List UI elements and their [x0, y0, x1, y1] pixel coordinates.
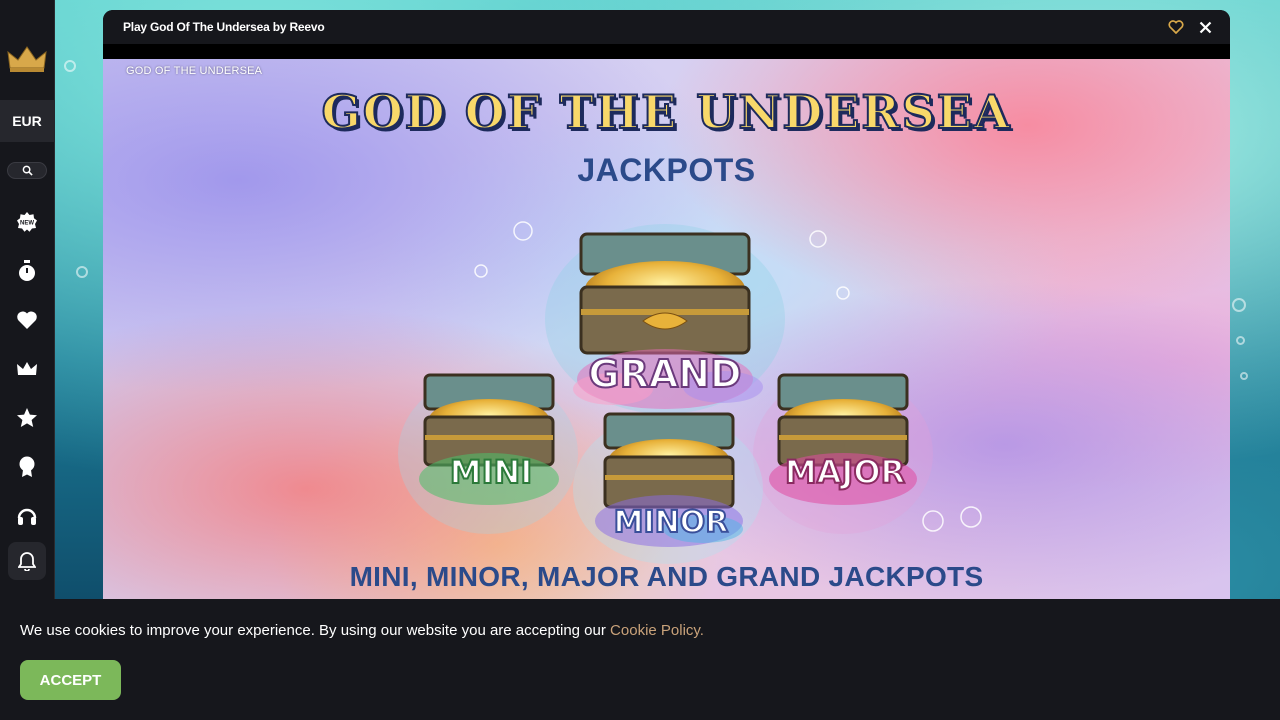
- close-button[interactable]: [1194, 16, 1216, 38]
- bubble-decoration: [1232, 298, 1246, 312]
- stopwatch-icon: [19, 259, 35, 281]
- bubble-decoration: [64, 60, 76, 72]
- mini-label: MINI: [450, 453, 532, 491]
- currency-selector[interactable]: EUR: [0, 100, 55, 142]
- crown-icon: [17, 361, 37, 375]
- minor-chest: [573, 412, 763, 564]
- heart-outline-icon: [1168, 20, 1184, 34]
- sidebar-item-tournaments[interactable]: [9, 442, 45, 491]
- cookie-text: We use cookies to improve your experienc…: [20, 622, 611, 639]
- headset-icon: [17, 508, 37, 525]
- game-frame[interactable]: GOD OF THE UNDERSEA GOD OF THE UNDERSEA …: [103, 59, 1230, 610]
- bubble-decoration: [1240, 372, 1248, 380]
- accept-button[interactable]: ACCEPT: [20, 660, 121, 700]
- search-icon: [22, 165, 33, 176]
- sidebar-item-vip[interactable]: [9, 344, 45, 393]
- crown-logo[interactable]: [7, 44, 47, 74]
- favorite-button[interactable]: [1165, 16, 1187, 38]
- trophy-icon: [19, 456, 35, 477]
- sidebar-nav: NEW: [9, 197, 45, 540]
- bubble-decoration: [1236, 336, 1245, 345]
- jackpots-description: MINI, MINOR, MAJOR AND GRAND JACKPOTS: [349, 561, 984, 592]
- sidebar-item-new[interactable]: NEW: [9, 197, 45, 246]
- svg-text:NEW: NEW: [20, 220, 34, 226]
- bubble-decoration: [76, 266, 88, 278]
- major-label: MAJOR: [785, 453, 905, 491]
- cookie-policy-link[interactable]: Cookie Policy.: [610, 622, 704, 639]
- bell-icon: [18, 552, 36, 571]
- notifications-button[interactable]: [8, 542, 46, 580]
- sidebar-item-featured[interactable]: [9, 393, 45, 442]
- jackpot-chests-illustration: GRAND MINI MAJOR MINOR: [398, 221, 982, 564]
- sidebar-item-support[interactable]: [9, 491, 45, 540]
- sidebar-item-recent[interactable]: [9, 246, 45, 295]
- modal-title: Play God Of The Undersea by Reevo: [123, 20, 325, 34]
- close-icon: [1199, 21, 1211, 33]
- heart-icon: [17, 310, 37, 329]
- sidebar: EUR NEW: [0, 0, 55, 600]
- cookie-banner: We use cookies to improve your experienc…: [0, 599, 1280, 720]
- new-badge-icon: NEW: [17, 211, 37, 232]
- modal-header: Play God Of The Undersea by Reevo: [103, 10, 1230, 44]
- cookie-message: We use cookies to improve your experienc…: [20, 622, 704, 639]
- grand-label: GRAND: [588, 352, 741, 396]
- sidebar-item-favorites[interactable]: [9, 295, 45, 344]
- star-icon: [17, 407, 37, 427]
- search-button[interactable]: [7, 162, 47, 179]
- game-modal: Play God Of The Undersea by Reevo GOD OF…: [103, 10, 1230, 610]
- minor-label: MINOR: [614, 505, 729, 540]
